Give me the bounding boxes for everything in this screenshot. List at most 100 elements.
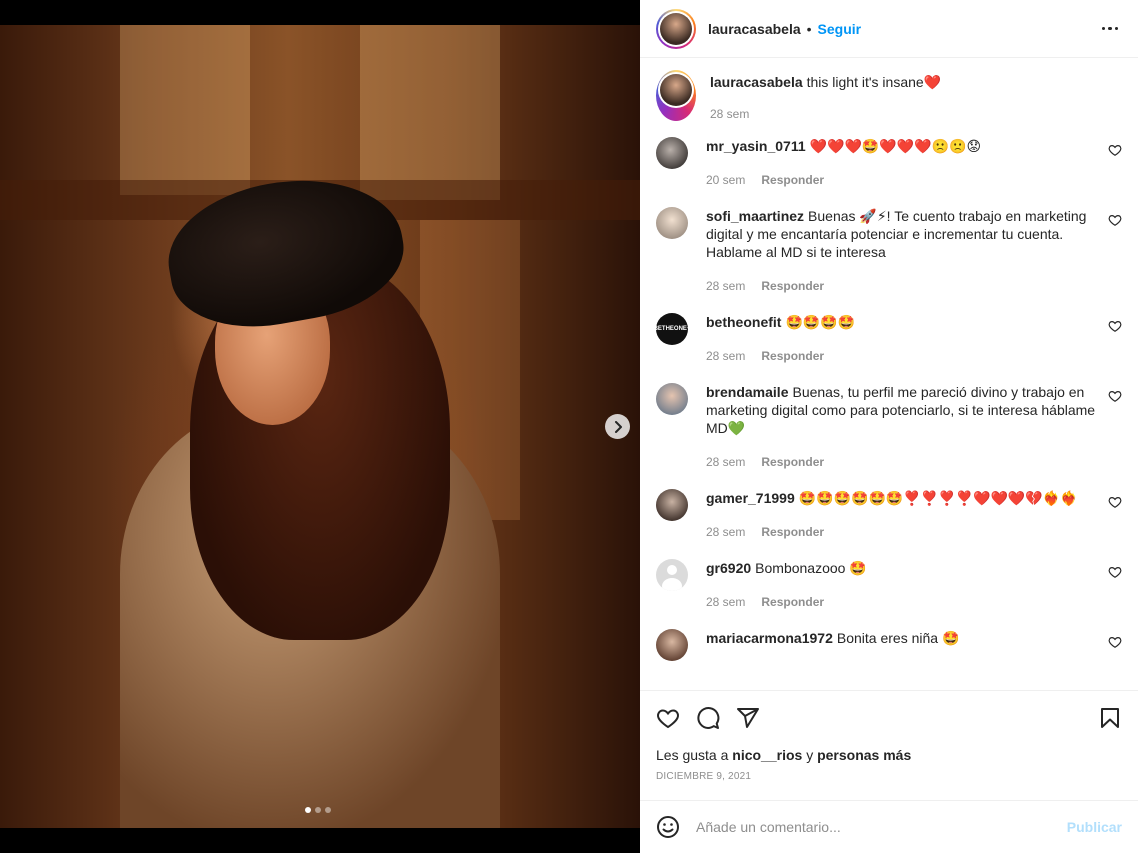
like-comment-heart-icon[interactable] bbox=[1108, 635, 1122, 649]
comment-bubble-icon[interactable] bbox=[696, 706, 720, 730]
like-comment-heart-icon[interactable] bbox=[1108, 495, 1122, 509]
comments-list[interactable]: lauracasabela this light it's insane❤️ 28… bbox=[640, 58, 1138, 690]
likes-prefix: Les gusta a bbox=[656, 747, 729, 763]
light-patch bbox=[360, 25, 500, 200]
comment-input[interactable]: Añade un comentario... bbox=[696, 819, 1067, 835]
comment-meta: 28 sem Responder bbox=[706, 453, 1096, 471]
post-dialog: lauracasabela • Seguir lauracasabela this… bbox=[0, 0, 1138, 853]
comment-username[interactable]: betheonefit bbox=[706, 314, 781, 330]
comment-item: brendamaile Buenas, tu perfil me pareció … bbox=[656, 383, 1122, 471]
comment-meta: 28 sem Responder bbox=[706, 277, 1096, 295]
light-patch bbox=[120, 25, 250, 195]
likes-others-link[interactable]: personas más bbox=[817, 747, 911, 763]
comment-body: gamer_71999 🤩🤩🤩🤩🤩🤩❣️❣️❣️❣️❤️❤️❤️💔❤️‍🔥❤️‍🔥… bbox=[706, 489, 1096, 541]
like-comment-heart-icon[interactable] bbox=[1108, 213, 1122, 227]
comment-username[interactable]: mr_yasin_0711 bbox=[706, 138, 806, 154]
add-comment-bar: Añade un comentario... Publicar bbox=[640, 800, 1138, 853]
reply-button[interactable]: Responder bbox=[761, 523, 824, 541]
more-icon bbox=[1101, 26, 1118, 31]
likes-middle: y bbox=[806, 747, 814, 763]
reply-button[interactable]: Responder bbox=[761, 593, 824, 611]
like-comment-heart-icon[interactable] bbox=[1108, 389, 1122, 403]
comment-time[interactable]: 28 sem bbox=[706, 277, 745, 295]
commenter-avatar[interactable] bbox=[656, 489, 688, 521]
comment-body: mr_yasin_0711 ❤️❤️❤️🤩❤️❤️❤️🙁🙁😟 20 sem Res… bbox=[706, 137, 1096, 189]
caption: lauracasabela this light it's insane❤️ 28… bbox=[656, 70, 1122, 121]
comment-username[interactable]: mariacarmona1972 bbox=[706, 630, 833, 646]
more-options-button[interactable] bbox=[1098, 23, 1123, 35]
commenter-avatar-default[interactable] bbox=[656, 559, 688, 591]
media-area bbox=[0, 0, 640, 853]
comment-text: 🤩🤩🤩🤩🤩🤩❣️❣️❣️❣️❤️❤️❤️💔❤️‍🔥❤️‍🔥 bbox=[798, 490, 1078, 506]
caption-avatar-ring[interactable] bbox=[656, 70, 696, 121]
comment-username[interactable]: gamer_71999 bbox=[706, 490, 795, 506]
carousel-dot-active bbox=[305, 807, 311, 813]
carousel-dot bbox=[325, 807, 331, 813]
post-side-panel: lauracasabela • Seguir lauracasabela this… bbox=[640, 0, 1138, 853]
comment-item: mr_yasin_0711 ❤️❤️❤️🤩❤️❤️❤️🙁🙁😟 20 sem Res… bbox=[656, 137, 1122, 189]
post-date[interactable]: DICIEMBRE 9, 2021 bbox=[656, 771, 1122, 782]
comment-username[interactable]: brendamaile bbox=[706, 384, 788, 400]
emoji-icon[interactable] bbox=[656, 815, 680, 839]
comment-body: sofi_maartinez Buenas 🚀⚡! Te cuento traba… bbox=[706, 207, 1096, 295]
follow-button[interactable]: Seguir bbox=[818, 21, 862, 37]
comment-username[interactable]: gr6920 bbox=[706, 560, 751, 576]
reply-button[interactable]: Responder bbox=[761, 277, 824, 295]
commenter-avatar[interactable]: BETHEONE+ bbox=[653, 313, 691, 345]
carousel-next-button[interactable] bbox=[605, 414, 630, 439]
comment-item: gr6920 Bombonazooo 🤩 28 sem Responder bbox=[656, 559, 1122, 611]
avatar-inner bbox=[658, 10, 694, 47]
comment-item: gamer_71999 🤩🤩🤩🤩🤩🤩❣️❣️❣️❣️❤️❤️❤️💔❤️‍🔥❤️‍🔥… bbox=[656, 489, 1122, 541]
comment-time[interactable]: 28 sem bbox=[706, 523, 745, 541]
comment-text: Bombonazooo 🤩 bbox=[755, 560, 867, 576]
commenter-avatar[interactable] bbox=[656, 207, 688, 239]
likes-summary: Les gusta a nico__rios y personas más bbox=[656, 747, 1122, 763]
commenter-avatar[interactable] bbox=[656, 383, 688, 415]
comment-body: betheonefit 🤩🤩🤩🤩 28 sem Responder bbox=[706, 313, 1096, 365]
comment-time[interactable]: 20 sem bbox=[706, 171, 745, 189]
commenter-avatar[interactable] bbox=[656, 137, 688, 169]
author-avatar bbox=[660, 12, 692, 45]
post-photo[interactable] bbox=[0, 25, 640, 828]
comment-item: BETHEONE+ betheonefit 🤩🤩🤩🤩 28 sem Respond… bbox=[653, 313, 1122, 365]
post-actions: Les gusta a nico__rios y personas más DI… bbox=[640, 690, 1138, 800]
like-heart-icon[interactable] bbox=[656, 706, 680, 730]
comment-time[interactable]: 28 sem bbox=[706, 347, 745, 365]
caption-time[interactable]: 28 sem bbox=[710, 107, 749, 121]
commenter-avatar[interactable] bbox=[656, 629, 688, 661]
reply-button[interactable]: Responder bbox=[761, 347, 824, 365]
avatar-inner bbox=[658, 72, 694, 108]
comment-body: mariacarmona1972 Bonita eres niña 🤩 bbox=[706, 629, 1096, 661]
comment-meta: 28 sem Responder bbox=[706, 523, 1096, 541]
publish-button[interactable]: Publicar bbox=[1067, 819, 1122, 835]
comment-time[interactable]: 28 sem bbox=[706, 593, 745, 611]
comment-meta: 28 sem Responder bbox=[706, 593, 1096, 611]
avatar-logo-text: BETHEONE+ bbox=[653, 326, 691, 332]
comment-item: mariacarmona1972 Bonita eres niña 🤩 bbox=[656, 629, 1122, 661]
header-separator: • bbox=[806, 20, 812, 37]
caption-meta: 28 sem bbox=[710, 107, 941, 121]
author-avatar-ring[interactable] bbox=[656, 8, 696, 49]
caption-avatar bbox=[660, 74, 692, 106]
like-comment-heart-icon[interactable] bbox=[1108, 319, 1122, 333]
caption-text: this light it's insane❤️ bbox=[806, 74, 942, 90]
caption-body: lauracasabela this light it's insane❤️ 28… bbox=[710, 70, 941, 121]
action-icons bbox=[656, 703, 1122, 733]
carousel-dot bbox=[315, 807, 321, 813]
like-comment-heart-icon[interactable] bbox=[1108, 143, 1122, 157]
comment-username[interactable]: sofi_maartinez bbox=[706, 208, 804, 224]
comment-time[interactable]: 28 sem bbox=[706, 453, 745, 471]
comment-text: 🤩🤩🤩🤩 bbox=[785, 314, 856, 330]
reply-button[interactable]: Responder bbox=[761, 453, 824, 471]
reply-button[interactable]: Responder bbox=[761, 171, 824, 189]
comment-body: gr6920 Bombonazooo 🤩 28 sem Responder bbox=[706, 559, 1096, 611]
caption-username[interactable]: lauracasabela bbox=[710, 74, 803, 90]
author-username[interactable]: lauracasabela bbox=[708, 21, 801, 37]
share-paper-plane-icon[interactable] bbox=[736, 706, 760, 730]
comment-body: brendamaile Buenas, tu perfil me pareció … bbox=[706, 383, 1096, 471]
like-comment-heart-icon[interactable] bbox=[1108, 565, 1122, 579]
bookmark-icon[interactable] bbox=[1098, 706, 1122, 730]
liked-by-user[interactable]: nico__rios bbox=[732, 747, 802, 763]
comment-meta: 20 sem Responder bbox=[706, 171, 1096, 189]
carousel-indicator bbox=[305, 807, 331, 813]
